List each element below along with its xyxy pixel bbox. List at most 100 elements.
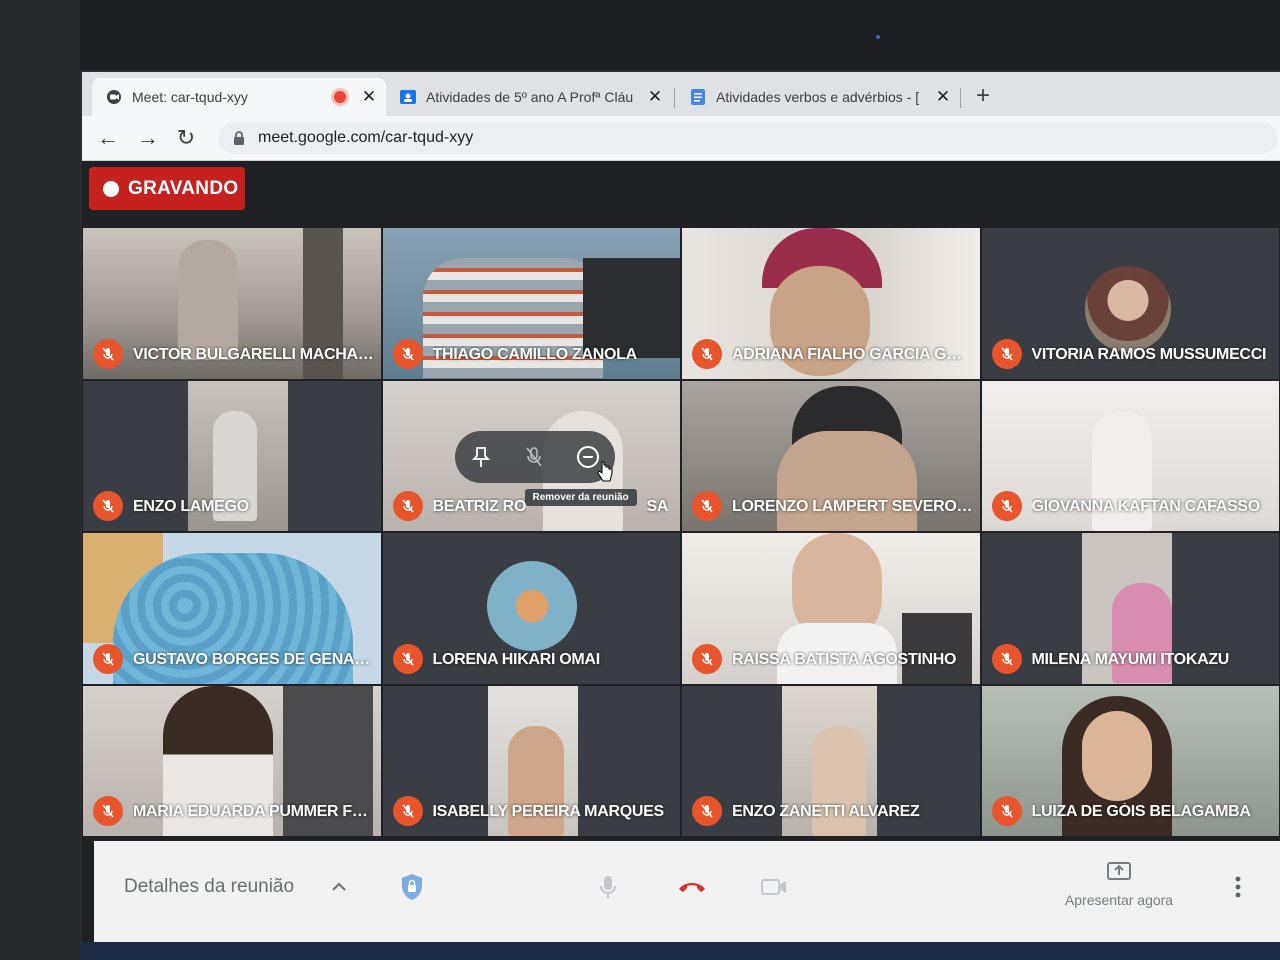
docs-icon [690, 89, 706, 105]
close-icon[interactable]: ✕ [934, 87, 952, 107]
meet-stage: GRAVANDO VICTOR BULGARELLI MACHADO THIAG… [82, 161, 1280, 942]
reload-icon[interactable]: ↻ [172, 124, 200, 152]
participant-name: LORENA HIKARI OMAI [432, 650, 601, 668]
webcam-indicator [876, 35, 880, 39]
participant-name: VITORIA RAMOS MUSSUMECCI [1031, 345, 1267, 363]
participant-tile[interactable]: VITORIA RAMOS MUSSUMECCI [980, 227, 1280, 380]
mic-off-icon [991, 338, 1022, 369]
tab-docs[interactable]: Atividades verbos e advérbios - [ ✕ [676, 78, 960, 116]
mic-off-icon [692, 643, 722, 674]
microphone-icon[interactable] [592, 871, 624, 903]
new-tab-button[interactable]: + [976, 84, 990, 108]
close-icon[interactable]: ✕ [360, 87, 378, 107]
chevron-up-icon[interactable] [330, 878, 348, 896]
tab-title: Atividades verbos e advérbios - [ [716, 89, 920, 105]
shield-icon[interactable] [396, 871, 428, 903]
participant-name: MILENA MAYUMI ITOKAZU [1031, 650, 1230, 668]
participant-grid: VICTOR BULGARELLI MACHADO THIAGO CAMILLO… [82, 227, 1280, 837]
meeting-details-button[interactable]: Detalhes da reunião [124, 876, 294, 898]
url-text: meet.google.com/car-tqud-xyy [258, 129, 474, 146]
participant-tile[interactable]: THIAGO CAMILLO ZANOLA [381, 227, 681, 380]
participant-avatar [486, 561, 577, 651]
participant-hover-controls [454, 430, 615, 483]
mic-off-icon [93, 796, 123, 826]
participant-tile[interactable]: LORENZO LAMPERT SEVERO D... [681, 379, 981, 532]
participant-name: LORENZO LAMPERT SEVERO D... [732, 498, 974, 515]
participant-name: THIAGO CAMILLO ZANOLA [432, 345, 638, 363]
meet-icon [106, 89, 122, 105]
participant-tile[interactable]: ISABELLY PEREIRA MARQUES [381, 684, 681, 837]
present-now-label: Apresentar agora [1064, 892, 1174, 908]
participant-name: ADRIANA FIALHO GARCIA GON... [732, 345, 974, 363]
tab-title: Atividades de 5º ano A Profª Cláu [426, 89, 634, 105]
participant-name-suffix: SA [646, 498, 669, 515]
participant-tile[interactable]: GUSTAVO BORGES DE GENARO [82, 532, 382, 685]
participant-tile[interactable]: Remover da reunião BEATRIZ RO SA [381, 379, 681, 532]
mic-off-icon [991, 643, 1022, 674]
participant-name: GUSTAVO BORGES DE GENARO [133, 650, 375, 668]
participant-tile[interactable]: ADRIANA FIALHO GARCIA GON... [681, 227, 981, 380]
participant-tile[interactable]: LUIZA DE GÓIS BELAGAMBA [980, 684, 1280, 837]
tab-separator [674, 88, 675, 108]
participant-name: LUIZA DE GÓIS BELAGAMBA [1031, 803, 1251, 820]
close-icon[interactable]: ✕ [646, 87, 664, 107]
tab-meet[interactable]: Meet: car-tqud-xyy ✕ [92, 78, 386, 116]
mic-off-icon [392, 796, 423, 826]
remove-tooltip: Remover da reunião [524, 488, 637, 506]
mic-off-icon [93, 338, 123, 369]
more-options-icon[interactable] [1228, 871, 1248, 903]
participant-name: VICTOR BULGARELLI MACHADO [133, 345, 375, 363]
taskbar [80, 942, 1280, 960]
mic-off-icon [93, 643, 123, 674]
mic-off-icon [991, 796, 1022, 826]
mic-off-icon [392, 338, 423, 369]
tab-title: Meet: car-tqud-xyy [132, 89, 248, 105]
mic-off-icon [692, 491, 722, 521]
browser-window: Meet: car-tqud-xyy ✕ Atividades de 5º an… [82, 72, 1280, 942]
mute-participant-icon[interactable] [519, 442, 549, 472]
laptop-bezel-top [0, 0, 1280, 70]
participant-tile[interactable]: VICTOR BULGARELLI MACHADO [82, 227, 382, 380]
forward-arrow-icon[interactable]: → [134, 124, 162, 152]
mic-off-icon [692, 796, 722, 826]
participant-name: MARIA EDUARDA PUMMER FRE... [133, 803, 375, 820]
participant-tile[interactable]: RAISSA BATISTA AGOSTINHO [681, 532, 981, 685]
participant-video [1081, 710, 1152, 801]
tab-separator [960, 88, 961, 108]
participant-name: GIOVANNA KAFTAN CAFASSO [1031, 498, 1261, 515]
recording-badge: GRAVANDO [89, 167, 245, 210]
chair [902, 613, 972, 684]
participant-name: RAISSA BATISTA AGOSTINHO [732, 650, 957, 668]
recording-tab-indicator [334, 91, 346, 103]
participant-tile[interactable]: GIOVANNA KAFTAN CAFASSO [980, 379, 1280, 532]
participant-name: ENZO LAMEGO [133, 498, 249, 515]
pin-icon[interactable] [466, 442, 496, 472]
call-controls-bar: Detalhes da reunião Apresentar agora [94, 841, 1280, 942]
camera-icon[interactable] [758, 871, 790, 903]
participant-tile[interactable]: MILENA MAYUMI ITOKAZU [980, 532, 1280, 685]
tab-classroom[interactable]: Atividades de 5º ano A Profª Cláu ✕ [386, 78, 672, 116]
record-dot-icon [103, 180, 119, 197]
hand-cursor-icon [596, 461, 613, 488]
participant-name: BEATRIZ RO [432, 498, 527, 515]
mic-off-icon [392, 643, 423, 674]
participant-tile[interactable]: ENZO ZANETTI ALVAREZ [681, 684, 981, 837]
participant-name: ENZO ZANETTI ALVAREZ [732, 803, 920, 820]
background-object [582, 258, 681, 358]
back-arrow-icon[interactable]: ← [94, 124, 122, 152]
present-screen-icon [1106, 862, 1132, 885]
participant-tile[interactable]: ENZO LAMEGO [82, 379, 382, 532]
mic-off-icon [93, 491, 123, 521]
mic-off-icon [692, 338, 722, 369]
browser-toolbar: ← → ↻ meet.google.com/car-tqud-xyy [82, 116, 1280, 161]
address-bar[interactable]: meet.google.com/car-tqud-xyy [218, 122, 1278, 154]
participant-tile[interactable]: MARIA EDUARDA PUMMER FRE... [82, 684, 382, 837]
classroom-icon [400, 89, 416, 105]
tab-strip: Meet: car-tqud-xyy ✕ Atividades de 5º an… [82, 72, 1280, 116]
present-now-button[interactable]: Apresentar agora [1054, 861, 1184, 908]
hangup-icon[interactable] [676, 871, 708, 903]
participant-tile[interactable]: LORENA HIKARI OMAI [381, 532, 681, 685]
mic-off-icon [392, 491, 423, 521]
recording-label: GRAVANDO [128, 177, 239, 199]
participant-avatar [1084, 266, 1171, 352]
